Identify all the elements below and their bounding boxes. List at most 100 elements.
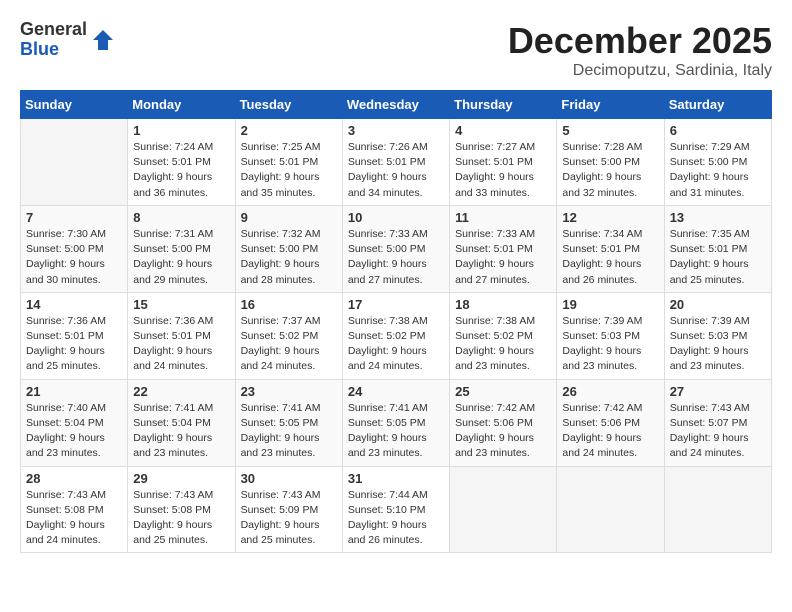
calendar-cell: 2 Sunrise: 7:25 AMSunset: 5:01 PMDaylight…	[235, 119, 342, 206]
calendar-cell	[557, 466, 664, 553]
day-info: Sunrise: 7:44 AMSunset: 5:10 PMDaylight:…	[348, 488, 444, 549]
day-info: Sunrise: 7:39 AMSunset: 5:03 PMDaylight:…	[562, 314, 658, 375]
day-number: 23	[241, 384, 337, 399]
calendar-cell: 11 Sunrise: 7:33 AMSunset: 5:01 PMDayligh…	[450, 205, 557, 292]
day-number: 6	[670, 123, 766, 138]
day-number: 25	[455, 384, 551, 399]
day-number: 21	[26, 384, 122, 399]
page-header: General Blue December 2025 Decimoputzu, …	[20, 20, 772, 80]
week-row-1: 1 Sunrise: 7:24 AMSunset: 5:01 PMDaylight…	[21, 119, 772, 206]
day-info: Sunrise: 7:42 AMSunset: 5:06 PMDaylight:…	[455, 401, 551, 462]
location-subtitle: Decimoputzu, Sardinia, Italy	[508, 62, 772, 80]
weekday-header-wednesday: Wednesday	[342, 91, 449, 119]
weekday-header-tuesday: Tuesday	[235, 91, 342, 119]
day-number: 14	[26, 297, 122, 312]
calendar-cell: 7 Sunrise: 7:30 AMSunset: 5:00 PMDaylight…	[21, 205, 128, 292]
day-number: 17	[348, 297, 444, 312]
day-number: 31	[348, 471, 444, 486]
day-number: 11	[455, 210, 551, 225]
day-number: 30	[241, 471, 337, 486]
calendar-cell	[21, 119, 128, 206]
day-info: Sunrise: 7:43 AMSunset: 5:07 PMDaylight:…	[670, 401, 766, 462]
day-info: Sunrise: 7:24 AMSunset: 5:01 PMDaylight:…	[133, 140, 229, 201]
title-area: December 2025 Decimoputzu, Sardinia, Ita…	[508, 20, 772, 80]
day-info: Sunrise: 7:38 AMSunset: 5:02 PMDaylight:…	[455, 314, 551, 375]
day-number: 22	[133, 384, 229, 399]
day-info: Sunrise: 7:42 AMSunset: 5:06 PMDaylight:…	[562, 401, 658, 462]
day-info: Sunrise: 7:33 AMSunset: 5:01 PMDaylight:…	[455, 227, 551, 288]
logo: General Blue	[20, 20, 115, 60]
day-info: Sunrise: 7:36 AMSunset: 5:01 PMDaylight:…	[133, 314, 229, 375]
calendar-cell: 27 Sunrise: 7:43 AMSunset: 5:07 PMDayligh…	[664, 379, 771, 466]
day-number: 18	[455, 297, 551, 312]
calendar-cell: 16Sunrise: 7:37 AMSunset: 5:02 PMDayligh…	[235, 292, 342, 379]
day-info: Sunrise: 7:43 AMSunset: 5:09 PMDaylight:…	[241, 488, 337, 549]
calendar-cell: 9 Sunrise: 7:32 AMSunset: 5:00 PMDaylight…	[235, 205, 342, 292]
calendar-cell: 31 Sunrise: 7:44 AMSunset: 5:10 PMDayligh…	[342, 466, 449, 553]
day-number: 7	[26, 210, 122, 225]
day-info: Sunrise: 7:28 AMSunset: 5:00 PMDaylight:…	[562, 140, 658, 201]
day-number: 24	[348, 384, 444, 399]
day-info: Sunrise: 7:31 AMSunset: 5:00 PMDaylight:…	[133, 227, 229, 288]
day-number: 26	[562, 384, 658, 399]
day-info: Sunrise: 7:37 AMSunset: 5:02 PMDaylight:…	[241, 314, 337, 375]
day-info: Sunrise: 7:41 AMSunset: 5:04 PMDaylight:…	[133, 401, 229, 462]
weekday-header-saturday: Saturday	[664, 91, 771, 119]
day-info: Sunrise: 7:32 AMSunset: 5:00 PMDaylight:…	[241, 227, 337, 288]
day-info: Sunrise: 7:41 AMSunset: 5:05 PMDaylight:…	[241, 401, 337, 462]
logo-general: General	[20, 19, 87, 39]
calendar-cell: 1 Sunrise: 7:24 AMSunset: 5:01 PMDaylight…	[128, 119, 235, 206]
calendar-cell: 20Sunrise: 7:39 AMSunset: 5:03 PMDayligh…	[664, 292, 771, 379]
calendar-cell: 28Sunrise: 7:43 AMSunset: 5:08 PMDayligh…	[21, 466, 128, 553]
weekday-header-row: SundayMondayTuesdayWednesdayThursdayFrid…	[21, 91, 772, 119]
calendar-cell: 4Sunrise: 7:27 AMSunset: 5:01 PMDaylight…	[450, 119, 557, 206]
logo-icon	[91, 28, 115, 52]
weekday-header-sunday: Sunday	[21, 91, 128, 119]
calendar-cell: 21 Sunrise: 7:40 AMSunset: 5:04 PMDayligh…	[21, 379, 128, 466]
day-info: Sunrise: 7:40 AMSunset: 5:04 PMDaylight:…	[26, 401, 122, 462]
calendar-table: SundayMondayTuesdayWednesdayThursdayFrid…	[20, 90, 772, 553]
day-number: 10	[348, 210, 444, 225]
day-info: Sunrise: 7:43 AMSunset: 5:08 PMDaylight:…	[26, 488, 122, 549]
day-info: Sunrise: 7:27 AMSunset: 5:01 PMDaylight:…	[455, 140, 551, 201]
calendar-cell: 14Sunrise: 7:36 AMSunset: 5:01 PMDayligh…	[21, 292, 128, 379]
day-info: Sunrise: 7:33 AMSunset: 5:00 PMDaylight:…	[348, 227, 444, 288]
day-info: Sunrise: 7:25 AMSunset: 5:01 PMDaylight:…	[241, 140, 337, 201]
day-number: 29	[133, 471, 229, 486]
day-info: Sunrise: 7:30 AMSunset: 5:00 PMDaylight:…	[26, 227, 122, 288]
day-number: 12	[562, 210, 658, 225]
calendar-cell: 18 Sunrise: 7:38 AMSunset: 5:02 PMDayligh…	[450, 292, 557, 379]
calendar-cell: 30 Sunrise: 7:43 AMSunset: 5:09 PMDayligh…	[235, 466, 342, 553]
logo-blue: Blue	[20, 39, 59, 59]
day-number: 9	[241, 210, 337, 225]
day-number: 2	[241, 123, 337, 138]
month-title: December 2025	[508, 20, 772, 62]
week-row-5: 28Sunrise: 7:43 AMSunset: 5:08 PMDayligh…	[21, 466, 772, 553]
calendar-cell: 22 Sunrise: 7:41 AMSunset: 5:04 PMDayligh…	[128, 379, 235, 466]
calendar-cell: 6Sunrise: 7:29 AMSunset: 5:00 PMDaylight…	[664, 119, 771, 206]
calendar-cell: 5 Sunrise: 7:28 AMSunset: 5:00 PMDaylight…	[557, 119, 664, 206]
day-number: 13	[670, 210, 766, 225]
calendar-cell	[664, 466, 771, 553]
day-number: 1	[133, 123, 229, 138]
calendar-cell: 23 Sunrise: 7:41 AMSunset: 5:05 PMDayligh…	[235, 379, 342, 466]
calendar-cell: 8 Sunrise: 7:31 AMSunset: 5:00 PMDaylight…	[128, 205, 235, 292]
day-number: 27	[670, 384, 766, 399]
calendar-cell: 15Sunrise: 7:36 AMSunset: 5:01 PMDayligh…	[128, 292, 235, 379]
day-number: 19	[562, 297, 658, 312]
calendar-cell: 26 Sunrise: 7:42 AMSunset: 5:06 PMDayligh…	[557, 379, 664, 466]
week-row-3: 14 Sunrise: 7:36 AMSunset: 5:01 PMDayligh…	[21, 292, 772, 379]
day-number: 8	[133, 210, 229, 225]
week-row-4: 21 Sunrise: 7:40 AMSunset: 5:04 PMDayligh…	[21, 379, 772, 466]
day-number: 5	[562, 123, 658, 138]
week-row-2: 7 Sunrise: 7:30 AMSunset: 5:00 PMDaylight…	[21, 205, 772, 292]
day-info: Sunrise: 7:26 AMSunset: 5:01 PMDaylight:…	[348, 140, 444, 201]
day-number: 3	[348, 123, 444, 138]
day-info: Sunrise: 7:38 AMSunset: 5:02 PMDaylight:…	[348, 314, 444, 375]
day-info: Sunrise: 7:34 AMSunset: 5:01 PMDaylight:…	[562, 227, 658, 288]
calendar-cell: 25 Sunrise: 7:42 AMSunset: 5:06 PMDayligh…	[450, 379, 557, 466]
weekday-header-friday: Friday	[557, 91, 664, 119]
day-number: 20	[670, 297, 766, 312]
calendar-cell: 29Sunrise: 7:43 AMSunset: 5:08 PMDayligh…	[128, 466, 235, 553]
calendar-cell: 24Sunrise: 7:41 AMSunset: 5:05 PMDayligh…	[342, 379, 449, 466]
